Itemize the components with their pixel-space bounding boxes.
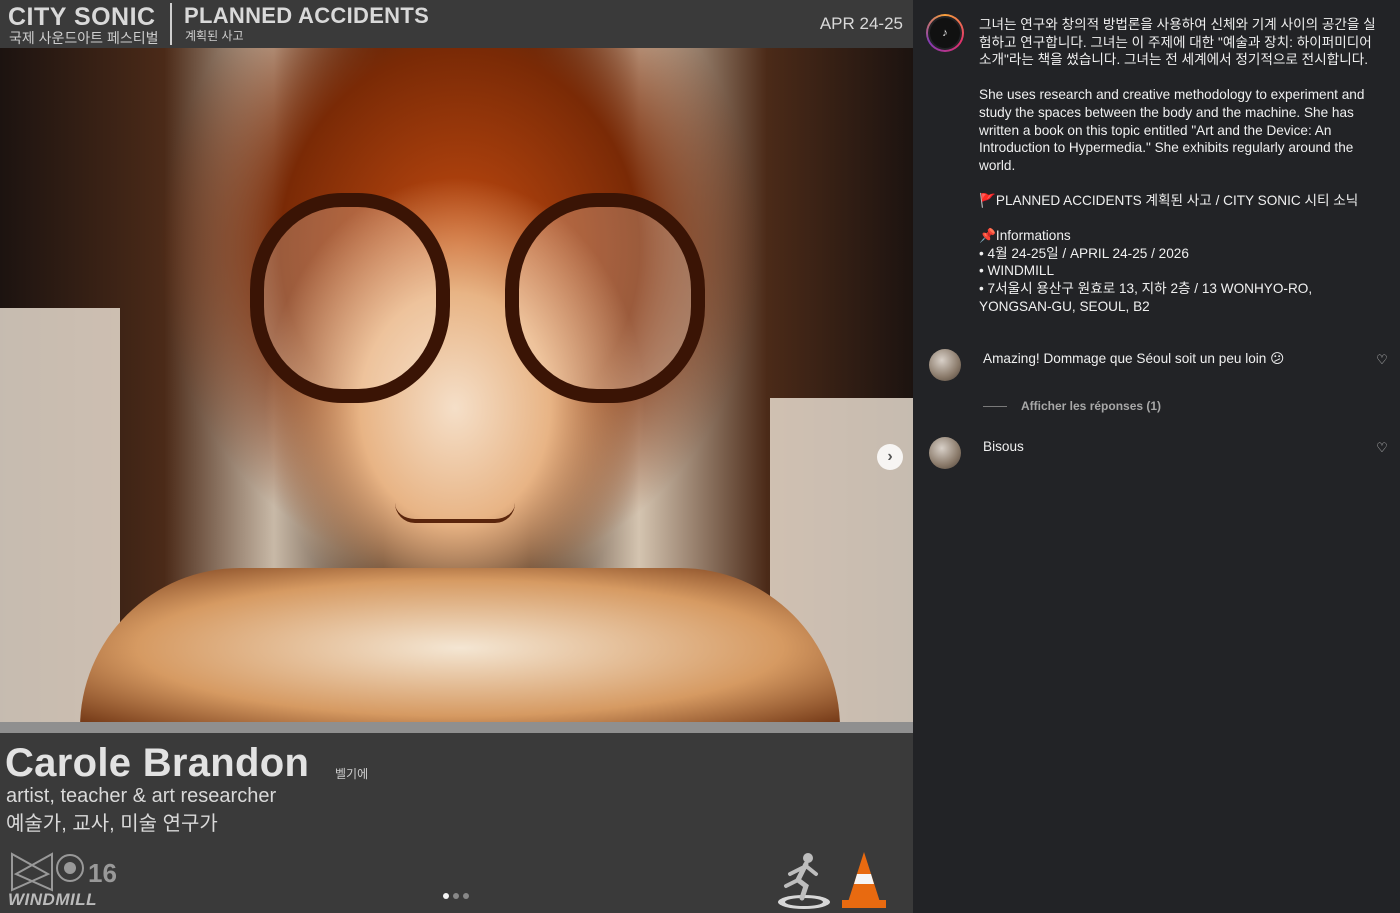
post-caption: 그녀는 연구와 창의적 방법론을 사용하여 신체와 기계 사이의 공간을 실험하… [979, 16, 1379, 315]
heart-outline-icon[interactable]: ♡ [1375, 441, 1389, 455]
comment-text: Amazing! Dommage que Séoul soit un peu l… [983, 351, 1285, 366]
author-avatar[interactable]: ♪ [926, 14, 964, 52]
person-role-korean: 예술가, 교사, 미술 연구가 [6, 813, 218, 835]
caption-info-address: • 7서울시 용산구 원효로 13, 지하 2층 / 13 WONHYO-RO,… [979, 280, 1313, 314]
caption-event-line: 🚩PLANNED ACCIDENTS 계획된 사고 / CITY SONIC 시… [979, 192, 1359, 208]
carousel-next-button[interactable]: › [877, 444, 903, 470]
caption-korean: 그녀는 연구와 창의적 방법론을 사용하여 신체와 기계 사이의 공간을 실험하… [979, 17, 1376, 68]
author-avatar-image: ♪ [928, 16, 962, 50]
bowtie-logo-icon [11, 852, 53, 892]
event-date: APR 24-25 [819, 14, 903, 33]
person-origin: 벨기에 [335, 767, 369, 781]
heart-outline-icon[interactable]: ♡ [1375, 353, 1389, 367]
header-divider [170, 3, 172, 45]
person-role-english: artist, teacher & art researcher [6, 785, 277, 807]
carousel-dot-1[interactable] [443, 893, 449, 899]
glasses-right-lens [505, 193, 705, 403]
caption-info-title: 📌Informations [979, 228, 1071, 244]
commenter-avatar[interactable] [929, 349, 961, 381]
commenter-avatar[interactable] [929, 437, 961, 469]
caption-english: She uses research and creative methodolo… [979, 87, 1365, 173]
portrait-mouth [395, 503, 515, 523]
poster-header: CITY SONIC 국제 사운드아트 페스티벌 PLANNED ACCIDEN… [0, 0, 913, 48]
brand-subtitle: 국제 사운드아트 페스티벌 [9, 30, 159, 46]
caption-info-date: • 4월 24-25일 / APRIL 24-25 / 2026 [979, 245, 1189, 261]
portrait-photo [0, 48, 913, 728]
windmill-logo: WINDMILL [8, 890, 97, 909]
view-replies-label: Afficher les réponses (1) [1021, 399, 1162, 413]
carousel-dots [443, 893, 469, 899]
caption-info-venue: • WINDMILL [979, 263, 1054, 279]
replies-line [983, 405, 1007, 407]
event-subtitle: 계획된 사고 [185, 29, 244, 43]
person-name: Carole Brandon [5, 741, 310, 785]
event-title: PLANNED ACCIDENTS [184, 3, 430, 28]
carousel-dot-2[interactable] [453, 893, 459, 899]
number-logo-icon: 16 [88, 858, 117, 888]
poster-divider-bar [0, 722, 913, 733]
patterned-blouse [80, 568, 840, 728]
traffic-cone-icon [842, 852, 886, 908]
comment-text: Bisous [983, 439, 1024, 454]
carousel-dot-3[interactable] [463, 893, 469, 899]
running-person-icon [778, 853, 830, 909]
post-media: CITY SONIC 국제 사운드아트 페스티벌 PLANNED ACCIDEN… [0, 0, 913, 913]
glasses-left-lens [250, 193, 450, 403]
view-replies-button[interactable]: Afficher les réponses (1) [983, 399, 1161, 413]
